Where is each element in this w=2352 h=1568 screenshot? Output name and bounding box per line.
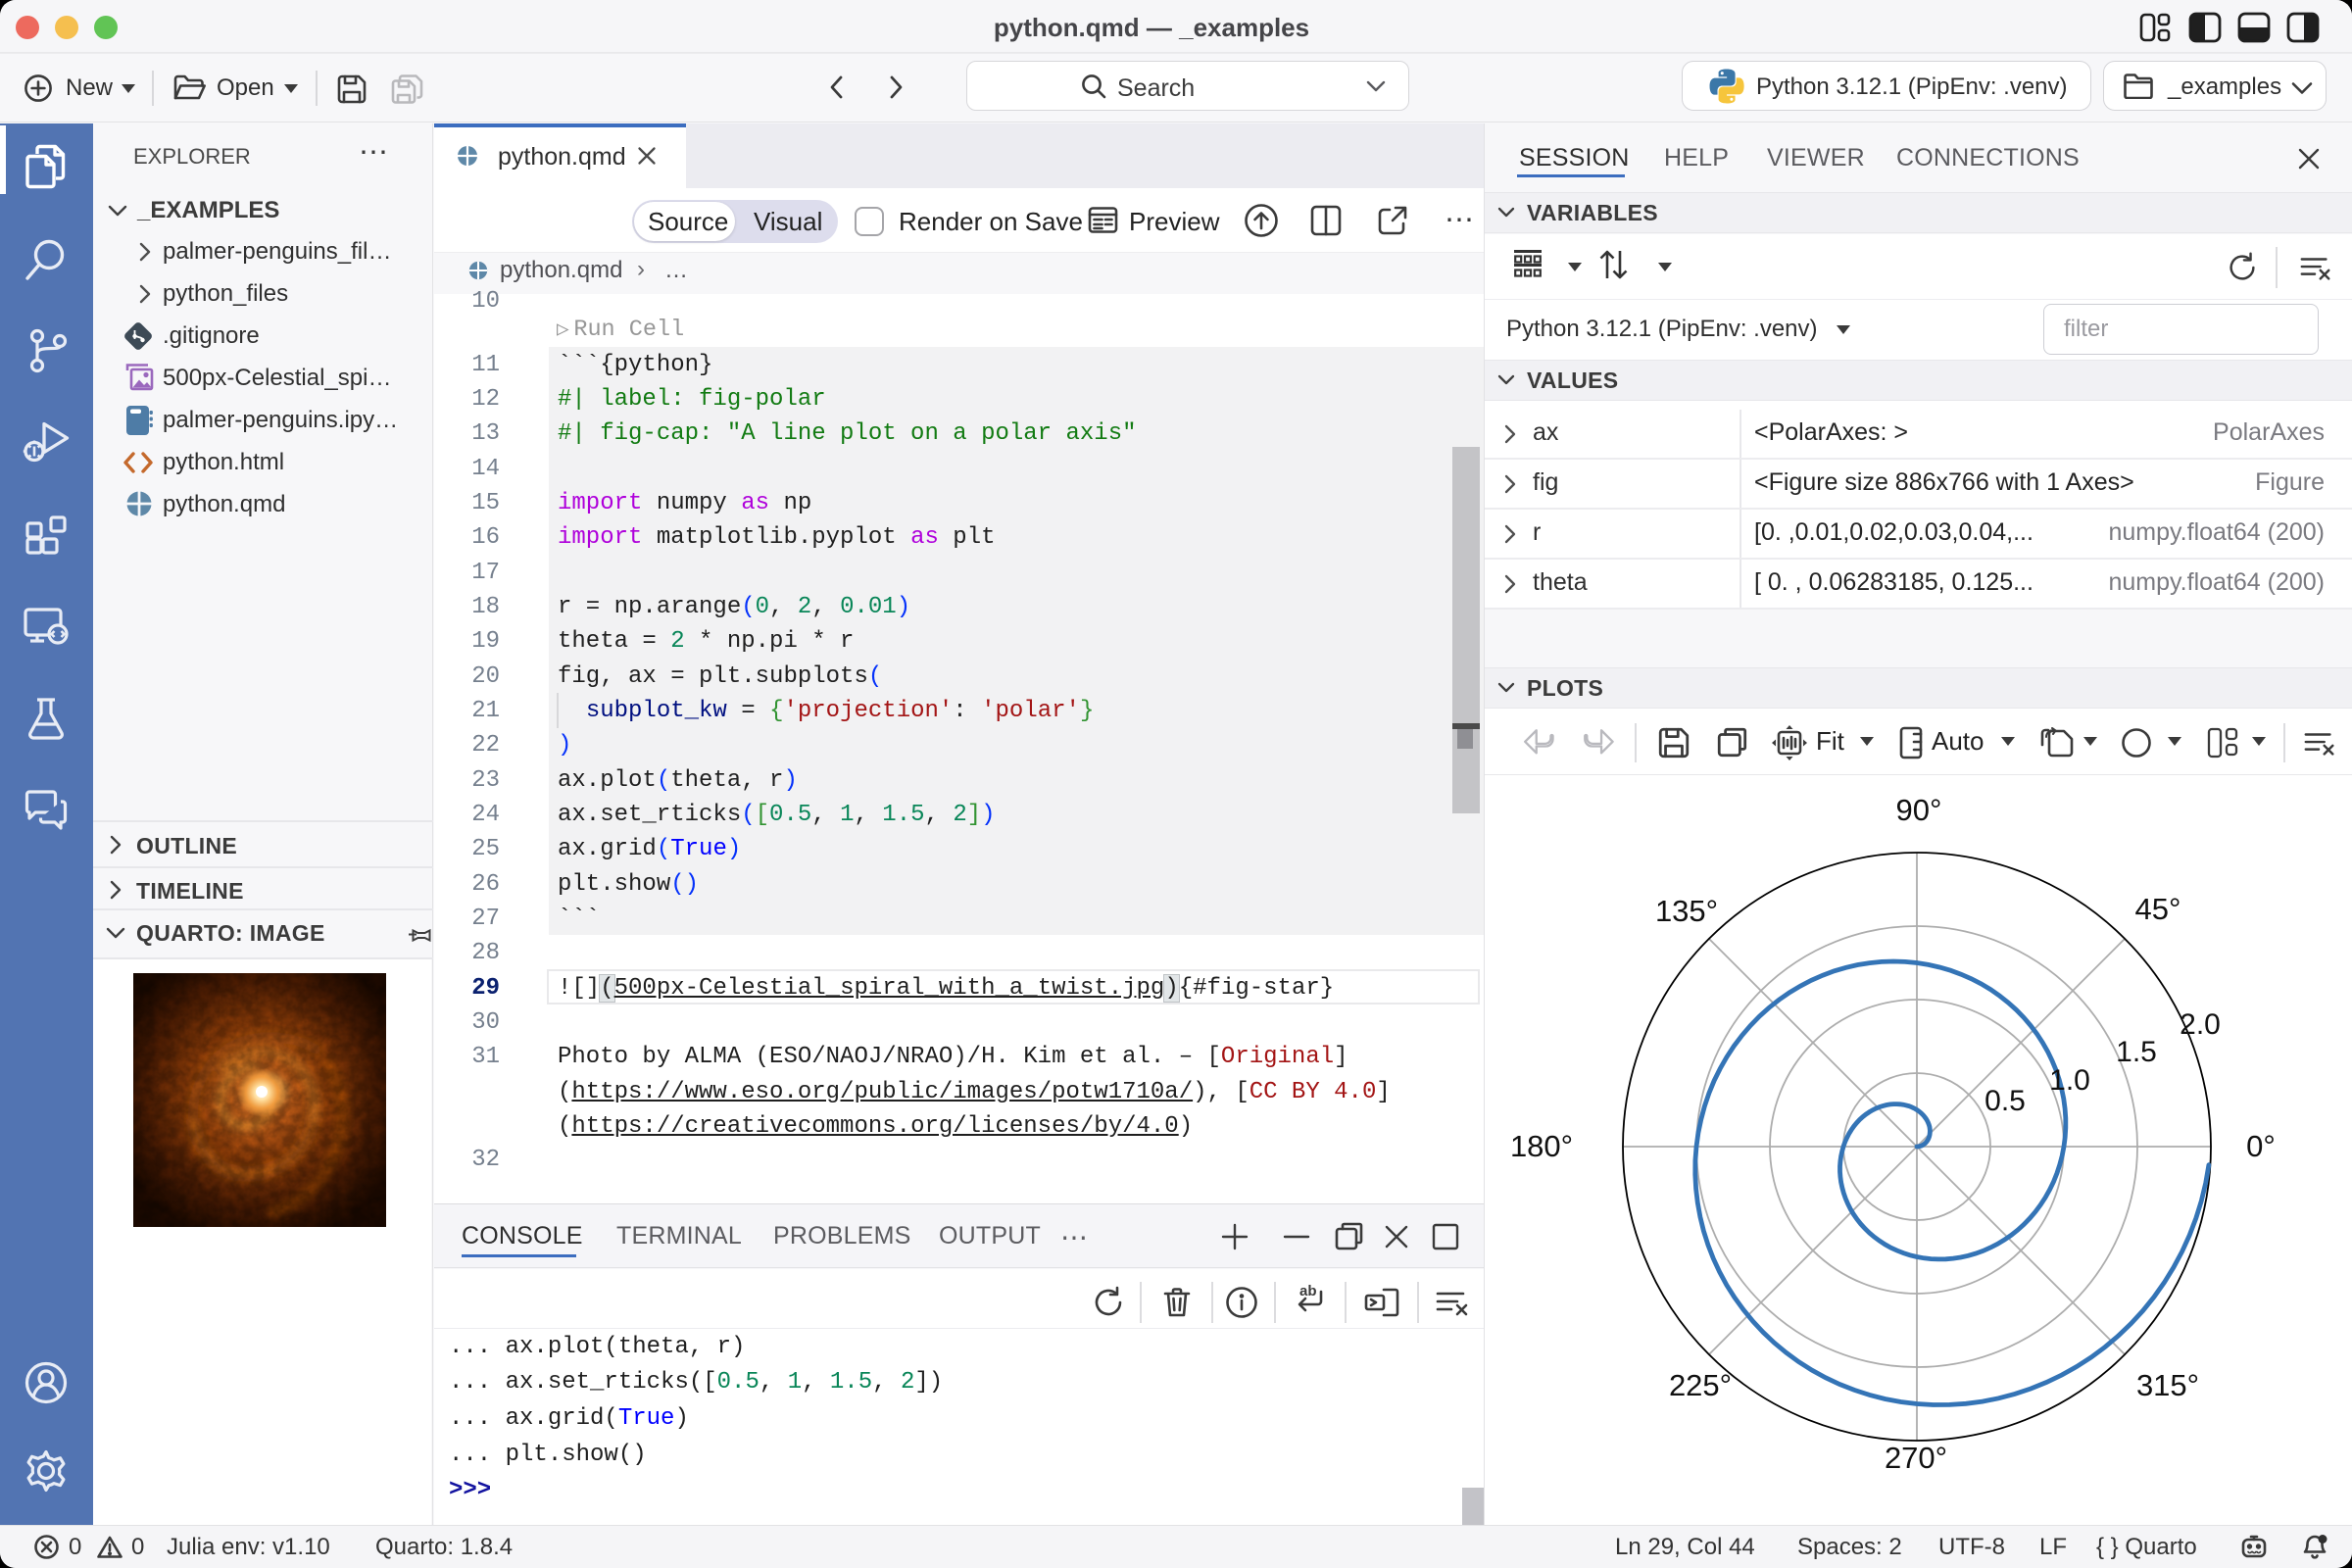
svg-text:135°: 135° [1655, 894, 1718, 928]
svg-text:315°: 315° [2136, 1368, 2199, 1402]
svg-text:45°: 45° [2135, 892, 2181, 926]
svg-text:0.5: 0.5 [1984, 1085, 2026, 1117]
svg-text:225°: 225° [1669, 1368, 1732, 1402]
svg-text:1.0: 1.0 [2049, 1064, 2090, 1097]
svg-text:90°: 90° [1896, 793, 1942, 827]
svg-text:1.5: 1.5 [2116, 1036, 2157, 1068]
svg-text:ab: ab [1299, 1284, 1317, 1299]
svg-text:180°: 180° [1510, 1129, 1573, 1163]
svg-text:2.0: 2.0 [2180, 1008, 2221, 1041]
svg-text:0°: 0° [2246, 1129, 2276, 1163]
svg-text:270°: 270° [1885, 1441, 1947, 1475]
